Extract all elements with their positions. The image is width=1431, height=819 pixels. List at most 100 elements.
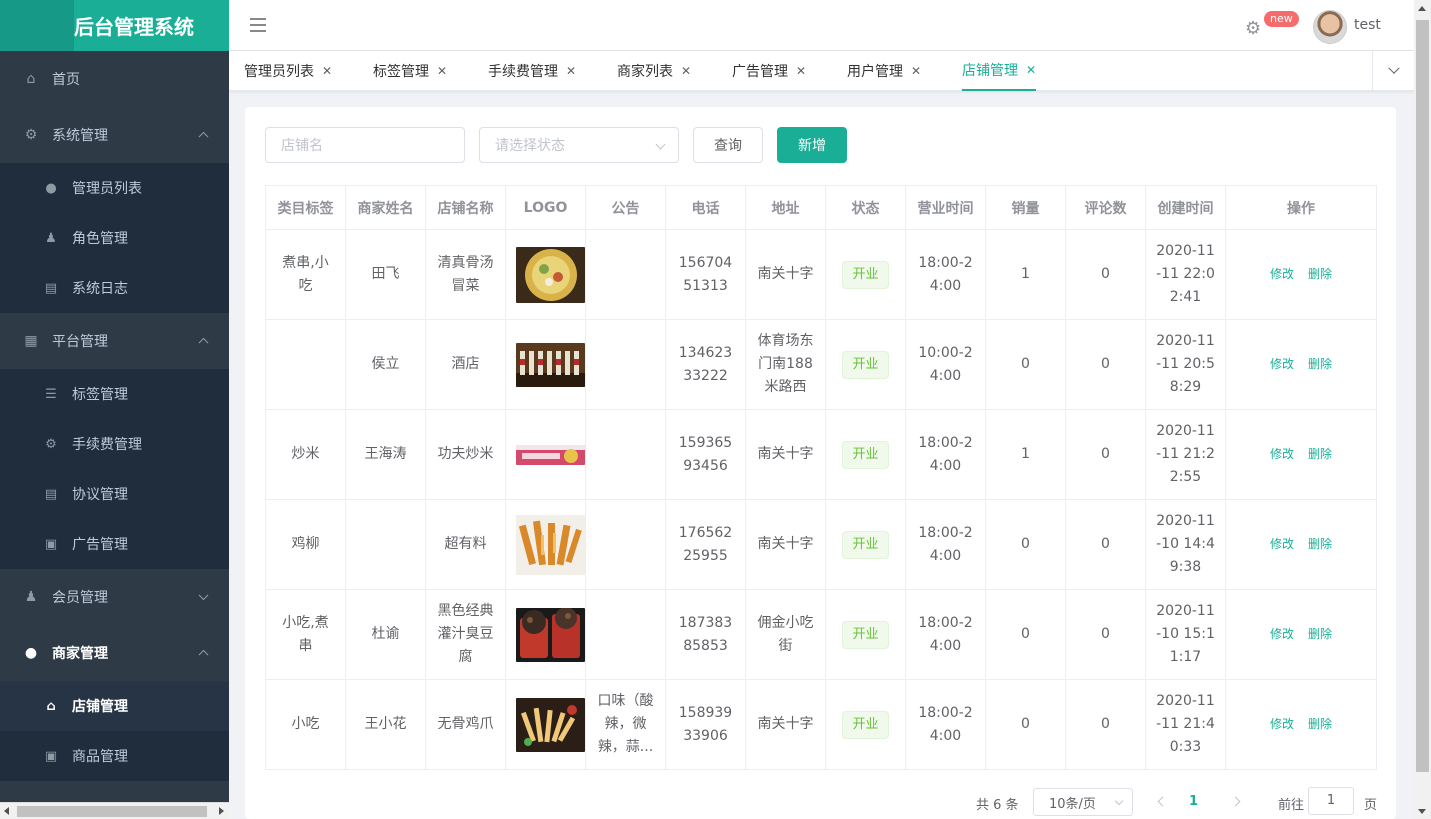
content-card: 店铺名 请选择状态 查询 新增 类目标签 商家姓名 店铺名称 LOGO 公告 电… [245, 107, 1396, 819]
hamburger-icon[interactable] [250, 18, 266, 32]
cell-sales: 1 [985, 229, 1066, 320]
query-button[interactable]: 查询 [693, 127, 763, 163]
delete-button[interactable]: 删除 [1308, 537, 1332, 551]
close-icon[interactable]: ✕ [911, 64, 921, 78]
cell-actions: 修改 删除 [1225, 319, 1377, 410]
submenu-platform: ☰ 标签管理 ⚙ 手续费管理 ▤ 协议管理 ▣ 广告管理 [0, 369, 229, 569]
cell-owner: 田飞 [345, 229, 426, 320]
goto-page-input[interactable]: 1 [1308, 787, 1354, 815]
close-icon[interactable]: ✕ [796, 64, 806, 78]
sidebar-group-members[interactable]: ♟ 会员管理 [0, 569, 229, 625]
sidebar-item-agreements[interactable]: ▤ 协议管理 [0, 469, 229, 519]
tab-label: 广告管理 [732, 64, 788, 80]
comments-text: 0 [1101, 536, 1110, 552]
cell-created: 2020-11-10 14:49:38 [1145, 499, 1226, 590]
sidebar-item-home[interactable]: ⌂ 首页 [0, 51, 229, 107]
delete-button[interactable]: 删除 [1308, 717, 1332, 731]
picture-icon: ▣ [44, 748, 58, 764]
chevron-up-icon [198, 131, 209, 142]
shop-name-input[interactable]: 店铺名 [265, 127, 465, 163]
sidebar-item-tags[interactable]: ☰ 标签管理 [0, 369, 229, 419]
cell-created: 2020-11-11 20:58:29 [1145, 319, 1226, 410]
sidebar-group-system[interactable]: ⚙ 系统管理 [0, 107, 229, 163]
close-icon[interactable]: ✕ [322, 64, 332, 78]
delete-button[interactable]: 删除 [1308, 447, 1332, 461]
status-select[interactable]: 请选择状态 [479, 127, 679, 163]
settings-gear-icon[interactable]: ⚙ [1245, 18, 1261, 39]
scroll-right-icon[interactable] [219, 807, 224, 815]
cell-status: 开业 [825, 229, 906, 320]
page-size-value: 10条/页 [1049, 796, 1096, 812]
sidebar-item-logs[interactable]: ▤ 系统日志 [0, 263, 229, 313]
tags-text: 煮串,小吃 [282, 254, 329, 294]
sidebar-group-platform[interactable]: ▦ 平台管理 [0, 313, 229, 369]
tab-tags[interactable]: 标签管理 ✕ [373, 51, 447, 91]
horizontal-scrollbar[interactable] [0, 802, 229, 819]
table-row: 炒米 王海涛 功夫炒米 15936593456 南关十字 开业 18:00-24:00 1 0 2… [265, 409, 1377, 500]
cell-status: 开业 [825, 319, 906, 410]
sidebar-item-shops[interactable]: ⌂ 店铺管理 [0, 681, 229, 731]
cell-tags [265, 319, 346, 410]
edit-button[interactable]: 修改 [1270, 267, 1294, 281]
status-badge: 开业 [842, 350, 889, 379]
tab-admin-list[interactable]: 管理员列表 ✕ [244, 51, 332, 91]
prev-page-icon[interactable] [1157, 796, 1168, 807]
phone-text: 15893933906 [678, 704, 733, 744]
column-header: 评论数 [1065, 185, 1146, 230]
cell-sales: 0 [985, 679, 1066, 770]
sidebar-item-fees[interactable]: ⚙ 手续费管理 [0, 419, 229, 469]
next-page-icon[interactable] [1230, 796, 1241, 807]
current-page[interactable]: 1 [1189, 788, 1198, 816]
sidebar-item-admin-list[interactable]: ● 管理员列表 [0, 163, 229, 213]
add-button[interactable]: 新增 [777, 127, 847, 163]
tabs-more-button[interactable] [1372, 51, 1414, 91]
close-icon[interactable]: ✕ [437, 64, 447, 78]
edit-button[interactable]: 修改 [1270, 717, 1294, 731]
cell-comments: 0 [1065, 409, 1146, 500]
edit-button[interactable]: 修改 [1270, 357, 1294, 371]
cell-owner: 王小花 [345, 679, 426, 770]
edit-button[interactable]: 修改 [1270, 537, 1294, 551]
scrollbar-thumb[interactable] [1416, 20, 1429, 772]
edit-button[interactable]: 修改 [1270, 447, 1294, 461]
column-header: 电话 [665, 185, 746, 230]
delete-button[interactable]: 删除 [1308, 357, 1332, 371]
document-search-icon: ▤ [44, 486, 58, 502]
cell-owner: 侯立 [345, 319, 426, 410]
avatar[interactable] [1313, 10, 1347, 44]
scroll-left-icon[interactable] [4, 807, 9, 815]
close-icon[interactable]: ✕ [1026, 63, 1036, 77]
scrollbar-thumb[interactable] [17, 806, 207, 817]
cell-shop: 黑色经典灌汁臭豆腐 [425, 589, 506, 680]
tab-merchants[interactable]: 商家列表 ✕ [617, 51, 691, 91]
user-icon: ● [24, 645, 38, 661]
delete-button[interactable]: 删除 [1308, 267, 1332, 281]
cell-actions: 修改 删除 [1225, 589, 1377, 680]
sidebar-item-roles[interactable]: ♟ 角色管理 [0, 213, 229, 263]
username[interactable]: test [1354, 17, 1381, 33]
edit-button[interactable]: 修改 [1270, 627, 1294, 641]
status-badge: 开业 [842, 710, 889, 739]
tab-fees[interactable]: 手续费管理 ✕ [488, 51, 576, 91]
delete-button[interactable]: 删除 [1308, 627, 1332, 641]
cell-address: 南关十字 [745, 229, 826, 320]
column-header: LOGO [505, 185, 586, 230]
page-size-select[interactable]: 10条/页 [1033, 788, 1133, 816]
hours-text: 18:00-24:00 [918, 254, 973, 294]
sidebar-item-ads[interactable]: ▣ 广告管理 [0, 519, 229, 569]
scroll-down-icon[interactable] [1418, 809, 1426, 814]
tab-users[interactable]: 用户管理 ✕ [847, 51, 921, 91]
cell-status: 开业 [825, 679, 906, 770]
sidebar-group-merchants[interactable]: ● 商家管理 [0, 625, 229, 681]
vertical-scrollbar[interactable] [1414, 0, 1431, 819]
tab-shops[interactable]: 店铺管理 ✕ [962, 51, 1037, 91]
close-icon[interactable]: ✕ [681, 64, 691, 78]
hours-text: 10:00-24:00 [918, 344, 973, 384]
tab-ads[interactable]: 广告管理 ✕ [732, 51, 806, 91]
scroll-up-icon[interactable] [1418, 6, 1426, 11]
cell-hours: 18:00-24:00 [905, 499, 986, 590]
cell-hours: 18:00-24:00 [905, 409, 986, 500]
sidebar-item-products[interactable]: ▣ 商品管理 [0, 731, 229, 781]
cell-hours: 18:00-24:00 [905, 589, 986, 680]
close-icon[interactable]: ✕ [566, 64, 576, 78]
